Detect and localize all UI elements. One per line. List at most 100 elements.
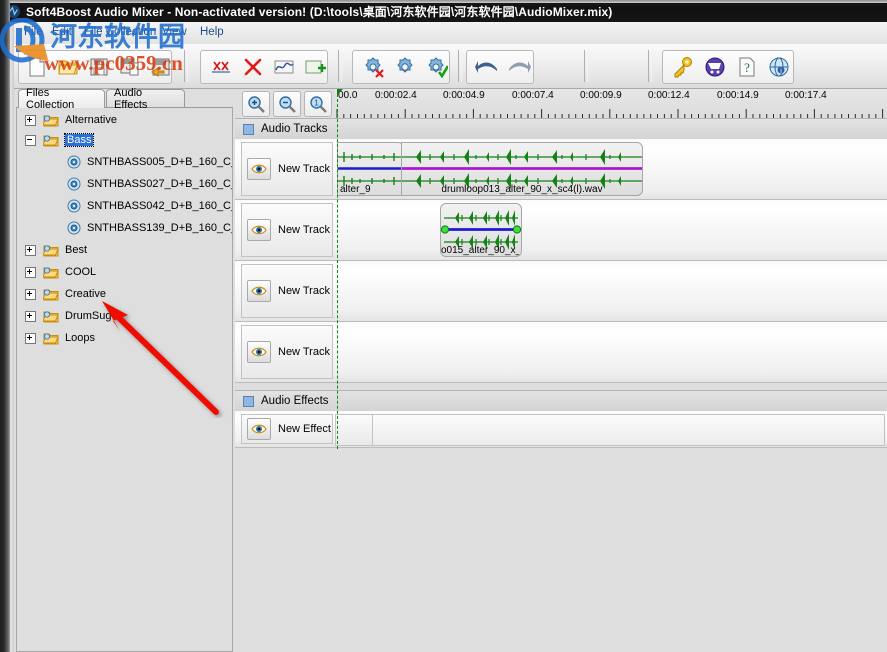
timeline-panel: 1 00.0 0:00:02.4 0:00:04.9 0:00:07.4 0:0… — [235, 89, 887, 652]
tree-node-bass[interactable]: Bass — [17, 130, 232, 150]
buy-online-button[interactable] — [700, 53, 730, 81]
save-as-button[interactable] — [115, 53, 145, 81]
audio-clip[interactable]: alter_9 — [337, 142, 404, 196]
effect-row[interactable]: New Effect — [235, 411, 887, 448]
tree-node-wav-4[interactable]: SNTHBASS139_D+B_160_C_ — [17, 218, 232, 238]
tree-label: Loops — [65, 332, 95, 344]
track-row[interactable]: New Track alter_9 drumloop013_alter_90_x… — [235, 139, 887, 200]
effect-strip[interactable] — [372, 414, 885, 446]
clip-label: drumloop013_alter_90_x_sc4(l).wav — [441, 184, 603, 195]
magnifier-one-icon: 1 — [310, 96, 327, 113]
menu-file[interactable]: File — [22, 26, 45, 38]
ruler-tick-label: 0:00:12.4 — [648, 90, 690, 101]
redo-button[interactable] — [504, 53, 534, 81]
tab-audio-effects[interactable]: Audio Effects — [106, 87, 185, 111]
expander-plus-icon[interactable] — [25, 266, 36, 278]
red-cross-icon — [244, 58, 262, 76]
effect-slot[interactable] — [335, 414, 373, 446]
track-visibility-button[interactable] — [247, 280, 271, 302]
export-button[interactable] — [146, 53, 176, 81]
track-header[interactable]: New Track — [241, 325, 333, 379]
menu-file-collection[interactable]: File Collection — [82, 26, 158, 38]
redo-arrow-icon — [509, 61, 531, 73]
tree-node-cool[interactable]: COOL — [17, 262, 232, 282]
track-visibility-button[interactable] — [247, 341, 271, 363]
envelope-button[interactable] — [269, 53, 299, 81]
audio-clip-selected[interactable]: o015_alter_90_x_sc — [440, 203, 522, 257]
track-header[interactable]: New Track — [241, 142, 333, 196]
open-file-button[interactable] — [53, 53, 83, 81]
clip-label: o015_alter_90_x_sc — [441, 245, 521, 256]
apply-effect-button[interactable] — [422, 53, 452, 81]
zoom-actual-button[interactable]: 1 — [304, 91, 332, 117]
menu-view[interactable]: View — [160, 26, 189, 38]
track-header[interactable]: New Track — [241, 203, 333, 257]
ruler-tick-label: 0:00:09.9 — [580, 90, 622, 101]
track-header[interactable]: New Track — [241, 264, 333, 318]
expander-plus-icon[interactable] — [25, 244, 36, 256]
left-panel-tabstrip: Files Collection Audio Effects — [14, 87, 233, 111]
tab-files-collection[interactable]: Files Collection — [18, 87, 105, 111]
track-lane[interactable]: o015_alter_90_x_sc — [335, 200, 887, 260]
collapse-box-icon[interactable] — [243, 395, 254, 407]
remove-effect-button[interactable] — [358, 53, 388, 81]
register-key-button[interactable] — [668, 53, 698, 81]
tree-node-creative[interactable]: Creative — [17, 284, 232, 304]
effect-settings-button[interactable] — [390, 53, 420, 81]
expander-plus-icon[interactable] — [25, 310, 36, 322]
expander-minus-icon[interactable] — [25, 134, 36, 146]
delete-button[interactable] — [238, 53, 268, 81]
tree-label-selected: Bass — [63, 133, 95, 147]
expander-plus-icon[interactable] — [25, 114, 36, 126]
effect-header[interactable]: New Effect — [241, 414, 333, 444]
track-lane[interactable] — [335, 261, 887, 321]
menu-edit[interactable]: Edit — [50, 26, 74, 38]
eye-icon — [251, 164, 267, 174]
folder-icon — [43, 114, 59, 126]
expander-plus-icon[interactable] — [25, 288, 36, 300]
track-lane[interactable]: alter_9 drumloop013_alter_90_x_sc4(l).wa… — [335, 139, 887, 199]
eye-icon — [251, 225, 267, 235]
new-document-icon — [29, 57, 45, 77]
add-track-button[interactable] — [300, 53, 330, 81]
wave-file-icon — [67, 155, 81, 169]
track-row[interactable]: New Track — [235, 261, 887, 322]
audio-effects-header[interactable]: Audio Effects — [235, 390, 887, 412]
title-bar: Soft4Boost Audio Mixer - Non-activated v… — [0, 0, 887, 22]
track-visibility-button[interactable] — [247, 219, 271, 241]
tree-node-best[interactable]: Best — [17, 240, 232, 260]
audio-clip[interactable]: drumloop013_alter_90_x_sc4(l).wav — [401, 142, 643, 196]
file-tree[interactable]: Alternative Bass SNTHBASS005_D+B_160_C_ — [16, 107, 233, 652]
menu-help[interactable]: Help — [198, 26, 226, 38]
undo-button[interactable] — [472, 53, 502, 81]
collapse-box-icon[interactable] — [243, 123, 254, 135]
tree-node-alternative[interactable]: Alternative — [17, 110, 232, 130]
tree-node-drumsug[interactable]: DrumSug — [17, 306, 232, 326]
track-visibility-button[interactable] — [247, 158, 271, 180]
time-ruler[interactable]: 00.0 0:00:02.4 0:00:04.9 0:00:07.4 0:00:… — [335, 89, 887, 119]
tree-node-wav-3[interactable]: SNTHBASS042_D+B_160_C_ — [17, 196, 232, 216]
playhead-marker[interactable] — [337, 89, 343, 95]
tree-node-loops[interactable]: Loops — [17, 328, 232, 348]
zoom-out-button[interactable] — [273, 91, 301, 117]
info-globe-icon: i — [769, 57, 789, 77]
track-lane[interactable] — [335, 322, 887, 382]
effect-visibility-button[interactable] — [247, 418, 271, 440]
effect-lane[interactable] — [335, 411, 887, 447]
delete-all-button[interactable] — [206, 53, 236, 81]
gear-delete-icon — [365, 57, 384, 78]
expander-plus-icon[interactable] — [25, 332, 36, 344]
audio-tracks-header[interactable]: Audio Tracks — [235, 118, 887, 140]
track-row[interactable]: New Track — [235, 200, 887, 261]
tree-node-wav-2[interactable]: SNTHBASS027_D+B_160_C_ — [17, 174, 232, 194]
help-button[interactable]: ? — [732, 53, 762, 81]
new-file-button[interactable] — [22, 53, 52, 81]
track-row[interactable]: New Track — [235, 322, 887, 383]
playhead[interactable] — [337, 89, 338, 449]
about-button[interactable]: i — [764, 53, 794, 81]
zoom-in-button[interactable] — [242, 91, 270, 117]
track-label: New Track — [278, 163, 330, 175]
tree-node-wav-1[interactable]: SNTHBASS005_D+B_160_C_ — [17, 152, 232, 172]
save-button[interactable] — [84, 53, 114, 81]
svg-text:1: 1 — [314, 99, 319, 108]
